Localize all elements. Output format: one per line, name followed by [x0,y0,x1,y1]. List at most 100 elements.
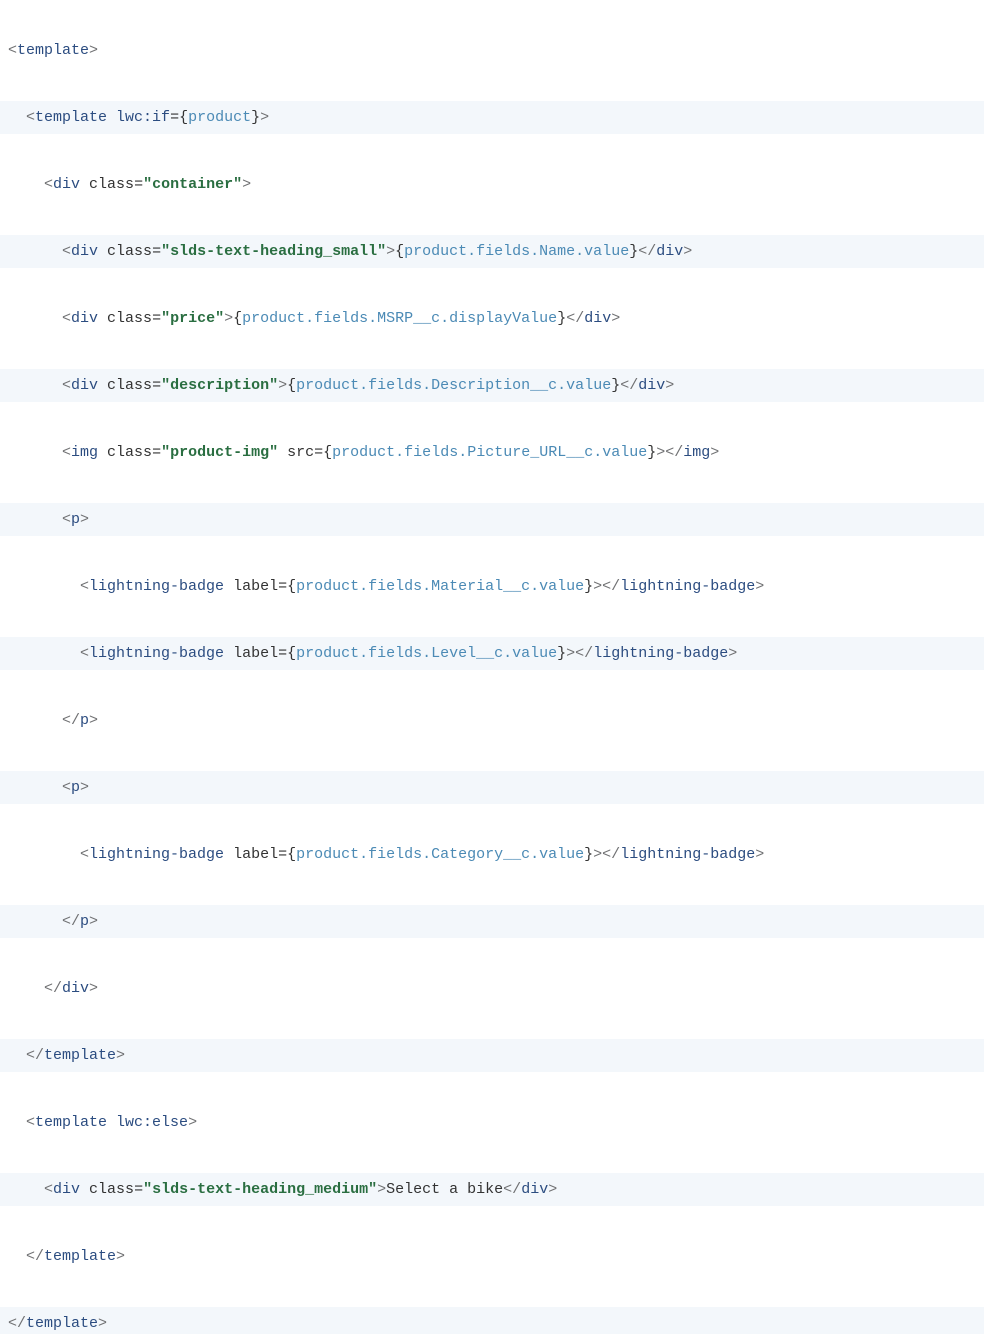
code-line: <div class="description">{product.fields… [0,369,984,403]
equals: = [152,243,161,260]
tag-lightning-badge-close: lightning-badge [620,846,755,863]
tag-template: template [35,109,107,126]
code-line: <template lwc:if={product}> [0,101,984,135]
attr-label: label [233,578,278,595]
brace-close: } [557,645,566,662]
class-description: "description" [161,377,278,394]
tag-lightning-badge-close: lightning-badge [620,578,755,595]
class-container: "container" [143,176,242,193]
expr-description: product.fields.Description__c.value [296,377,611,394]
tag-div-close: div [521,1181,548,1198]
expr-material: product.fields.Material__c.value [296,578,584,595]
equals: = [134,176,143,193]
equals: = [278,645,287,662]
brace-open: { [179,109,188,126]
tag-img-close: img [683,444,710,461]
attr-label: label [233,846,278,863]
expr-category: product.fields.Category__c.value [296,846,584,863]
expr-product: product [188,109,251,126]
text-select-bike: Select a bike [386,1181,503,1198]
brace-close: } [584,578,593,595]
equals: = [170,109,179,126]
tag-lightning-badge-close: lightning-badge [593,645,728,662]
code-line: <lightning-badge label={product.fields.L… [0,637,984,671]
code-line: </template> [0,1307,984,1334]
tag-p-close: p [80,712,89,729]
brace-close: } [629,243,638,260]
tag-div-close: div [638,377,665,394]
code-line: <template lwc:else> [0,1106,984,1140]
brace-close: } [611,377,620,394]
tag-lightning-badge: lightning-badge [89,846,224,863]
tag-img: img [71,444,98,461]
code-line: <p> [0,771,984,805]
attr-class: class [107,444,152,461]
brace-open: { [395,243,404,260]
attr-class: class [107,243,152,260]
class-heading-medium: "slds-text-heading_medium" [143,1181,377,1198]
tag-div: div [53,176,80,193]
code-line: </div> [0,972,984,1006]
attr-lwc-else: lwc:else [116,1114,188,1131]
brace-close: } [647,444,656,461]
brace-open: { [233,310,242,327]
code-line: <p> [0,503,984,537]
tag-div: div [71,243,98,260]
tag-p: p [71,779,80,796]
brace-open: { [287,377,296,394]
tag-div: div [53,1181,80,1198]
equals: = [314,444,323,461]
code-line: </p> [0,704,984,738]
tag-lightning-badge: lightning-badge [89,645,224,662]
expr-picture-url: product.fields.Picture_URL__c.value [332,444,647,461]
class-price: "price" [161,310,224,327]
code-line: <div class="price">{product.fields.MSRP_… [0,302,984,336]
brace-open: { [323,444,332,461]
tag-p: p [71,511,80,528]
tag-div-close: div [584,310,611,327]
code-line: <div class="slds-text-heading_small">{pr… [0,235,984,269]
equals: = [134,1181,143,1198]
attr-class: class [107,377,152,394]
code-line: </template> [0,1240,984,1274]
equals: = [278,846,287,863]
tag-lightning-badge: lightning-badge [89,578,224,595]
tag-template-close: template [44,1248,116,1265]
brace-close: } [557,310,566,327]
brace-close: } [584,846,593,863]
code-line: <div class="container"> [0,168,984,202]
tag-template-close: template [44,1047,116,1064]
equals: = [152,310,161,327]
attr-src: src [287,444,314,461]
expr-name: product.fields.Name.value [404,243,629,260]
class-product-img: "product-img" [161,444,278,461]
code-line: <lightning-badge label={product.fields.C… [0,838,984,872]
tag-div: div [71,377,98,394]
code-line: </template> [0,1039,984,1073]
code-line: <img class="product-img" src={product.fi… [0,436,984,470]
tag-div-close: div [656,243,683,260]
tag-div: div [71,310,98,327]
attr-label: label [233,645,278,662]
tag-template: template [17,42,89,59]
attr-class: class [89,176,134,193]
tag-template-close: template [26,1315,98,1332]
code-block: <template> <template lwc:if={product}> <… [0,0,984,1334]
equals: = [152,444,161,461]
code-line: <template> [0,34,984,68]
code-line: <div class="slds-text-heading_medium">Se… [0,1173,984,1207]
brace-open: { [287,645,296,662]
expr-level: product.fields.Level__c.value [296,645,557,662]
code-line: </p> [0,905,984,939]
tag-p-close: p [80,913,89,930]
brace-open: { [287,578,296,595]
attr-lwc-if: lwc:if [116,109,170,126]
brace-close: } [251,109,260,126]
class-heading-small: "slds-text-heading_small" [161,243,386,260]
attr-class: class [89,1181,134,1198]
code-line: <lightning-badge label={product.fields.M… [0,570,984,604]
expr-msrp: product.fields.MSRP__c.displayValue [242,310,557,327]
brace-open: { [287,846,296,863]
tag-template: template [35,1114,107,1131]
tag-div-close: div [62,980,89,997]
